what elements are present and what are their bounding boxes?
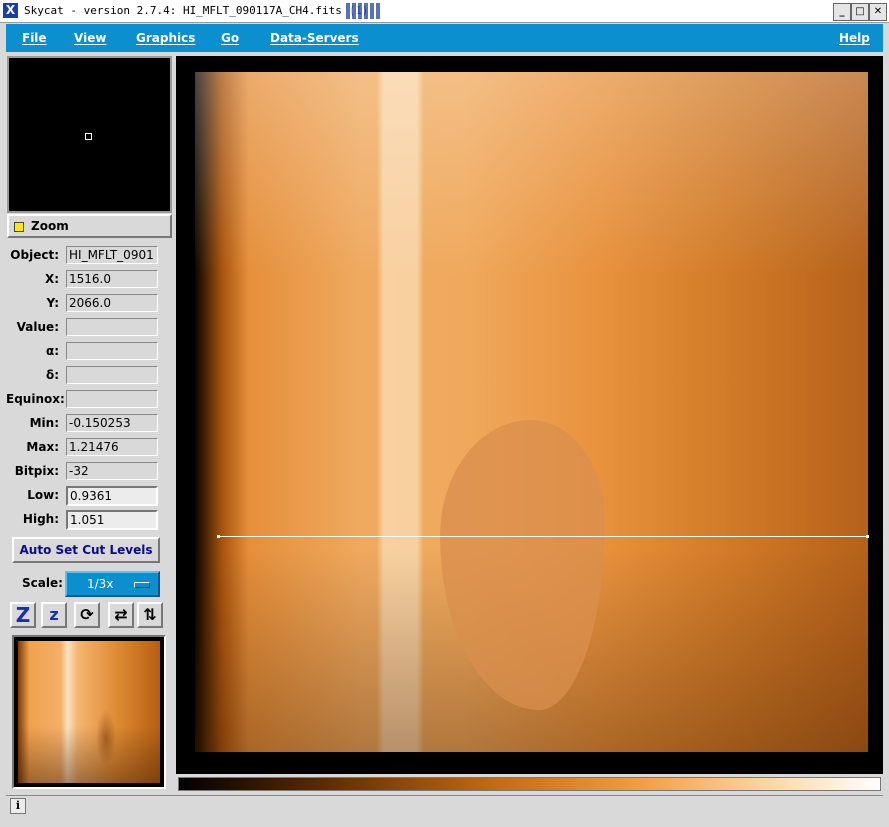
bitpix-label: Bitpix:: [14, 464, 59, 478]
alpha-label: α:: [45, 344, 59, 358]
panner-window[interactable]: [12, 635, 166, 789]
window-title-bar: X Skycat - version 2.7.4: HI_MFLT_090117…: [0, 0, 889, 23]
menu-file[interactable]: File: [22, 31, 47, 45]
object-field: HI_MFLT_0901: [66, 246, 158, 264]
delta-field: [66, 366, 158, 384]
menu-data-servers[interactable]: Data-Servers: [270, 31, 359, 45]
auto-set-cut-levels-button[interactable]: Auto Set Cut Levels: [12, 537, 160, 563]
option-menu-indicator-icon: [134, 582, 150, 588]
minimize-button[interactable]: _: [833, 3, 851, 21]
y-field: 2066.0: [66, 294, 158, 312]
high-cut-input[interactable]: 1.051: [66, 510, 158, 530]
window-title: Skycat - version 2.7.4: HI_MFLT_090117A_…: [24, 4, 369, 17]
min-field: -0.150253: [66, 414, 158, 432]
menu-bar: File View Graphics Go Data-Servers Help: [6, 24, 883, 52]
object-label: Object:: [10, 248, 59, 262]
title-bar-drag-area[interactable]: [346, 3, 380, 19]
info-icon[interactable]: i: [10, 798, 26, 814]
menu-graphics[interactable]: Graphics: [136, 31, 195, 45]
bitpix-field: -32: [66, 462, 158, 480]
panner-thumbnail: [18, 641, 160, 783]
flip-y-icon: ⇅: [143, 605, 157, 624]
zoom-out-icon: z: [49, 605, 59, 624]
flip-y-button[interactable]: ⇅: [137, 602, 163, 628]
colorbar[interactable]: [178, 777, 881, 791]
zoom-in-icon: Z: [15, 603, 31, 627]
value-field: [66, 318, 158, 336]
min-label: Min:: [29, 416, 59, 430]
max-label: Max:: [26, 440, 59, 454]
low-label: Low:: [27, 488, 59, 502]
status-bar: i: [6, 795, 883, 820]
zoom-in-button[interactable]: Z: [10, 602, 36, 628]
zoom-out-button[interactable]: z: [41, 602, 67, 628]
delta-label: δ:: [45, 368, 59, 382]
app-icon[interactable]: X: [3, 3, 18, 18]
menu-go[interactable]: Go: [221, 31, 239, 45]
low-cut-input[interactable]: 0.9361: [66, 486, 158, 506]
x-label: X:: [44, 272, 59, 286]
scale-label: Scale:: [22, 576, 63, 590]
flip-x-icon: ⇄: [114, 605, 128, 624]
close-button[interactable]: ✕: [869, 3, 887, 21]
value-label: Value:: [16, 320, 59, 334]
cut-level-line[interactable]: [217, 535, 869, 538]
flip-x-button[interactable]: ⇄: [108, 602, 134, 628]
y-label: Y:: [46, 296, 59, 310]
menu-view[interactable]: View: [74, 31, 106, 45]
rotate-button[interactable]: ⟳: [74, 602, 100, 628]
zoom-indicator-icon: [14, 222, 24, 232]
scale-menu-button[interactable]: 1/3x: [65, 571, 160, 597]
menu-help[interactable]: Help: [839, 31, 870, 45]
scale-value: 1/3x: [87, 577, 114, 591]
zoom-cursor-marker: [85, 133, 92, 140]
maximize-button[interactable]: □: [851, 3, 869, 21]
max-field: 1.21476: [66, 438, 158, 456]
rotate-icon: ⟳: [80, 605, 94, 624]
alpha-field: [66, 342, 158, 360]
equinox-label: Equinox:: [6, 392, 65, 406]
equinox-field: [66, 390, 158, 408]
high-label: High:: [22, 512, 59, 526]
zoom-toggle-button[interactable]: Zoom: [7, 214, 172, 238]
x-field: 1516.0: [66, 270, 158, 288]
zoom-toggle-label: Zoom: [31, 219, 69, 233]
zoom-window[interactable]: [7, 56, 172, 213]
